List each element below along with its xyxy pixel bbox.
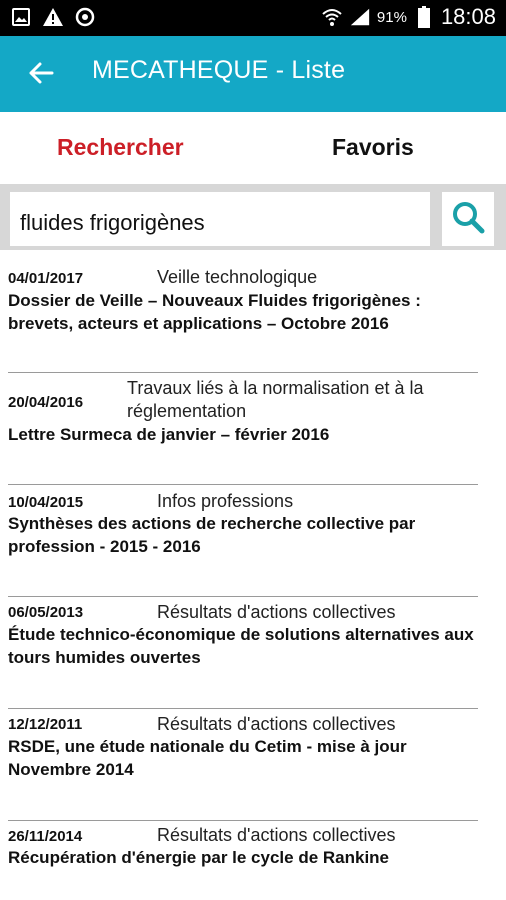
item-title: Dossier de Veille – Nouveaux Fluides fri…: [8, 291, 421, 333]
item-date: 10/04/2015: [8, 494, 84, 511]
item-date: 26/11/2014: [8, 828, 83, 845]
search-bar: [0, 184, 506, 250]
back-arrow-icon[interactable]: [24, 56, 58, 90]
list-item[interactable]: 04/01/2017 Veille technologique Dossier …: [0, 260, 506, 372]
signal-icon: [349, 6, 371, 28]
item-category: Travaux liés à la normalisation et à la …: [127, 378, 424, 421]
status-bar: 91% 18:08: [0, 0, 506, 36]
tab-rechercher[interactable]: Rechercher: [57, 134, 184, 161]
search-icon: [451, 200, 485, 238]
app-bar: MECATHEQUE - Liste: [0, 36, 506, 112]
sync-icon: [74, 6, 96, 28]
item-date: 04/01/2017: [8, 270, 84, 287]
item-category: Résultats d'actions collectives: [157, 714, 396, 734]
wifi-icon: [321, 6, 343, 28]
list-item[interactable]: 06/05/2013 Résultats d'actions collectiv…: [0, 597, 506, 708]
battery-icon: [413, 6, 435, 28]
item-title: RSDE, une étude nationale du Cetim - mis…: [8, 737, 407, 779]
item-date: 12/12/2011: [8, 716, 83, 733]
item-category: Infos professions: [157, 491, 294, 511]
item-date: 06/05/2013: [8, 604, 84, 621]
list-item[interactable]: 20/04/2016 Travaux liés à la normalisati…: [0, 373, 506, 484]
item-title: Étude technico-économique de solutions a…: [8, 625, 474, 667]
item-title: Récupération d'énergie par le cycle de R…: [8, 848, 390, 867]
item-category: Résultats d'actions collectives: [157, 825, 396, 845]
item-title: Lettre Surmeca de janvier – février 2016: [8, 425, 330, 444]
page-title: MECATHEQUE - Liste: [92, 56, 346, 84]
list-item[interactable]: 12/12/2011 Résultats d'actions collectiv…: [0, 709, 506, 820]
clock: 18:08: [440, 4, 496, 29]
tab-favoris[interactable]: Favoris: [332, 134, 414, 161]
item-category: Résultats d'actions collectives: [157, 602, 396, 622]
image-icon: [10, 6, 32, 28]
search-input[interactable]: [10, 192, 430, 246]
list-item[interactable]: 10/04/2015 Infos professions Synthèses d…: [0, 485, 506, 596]
search-button[interactable]: [442, 192, 494, 246]
list-item[interactable]: 26/11/2014 Résultats d'actions collectiv…: [0, 821, 506, 900]
battery-percent: 91%: [376, 8, 407, 26]
item-category: Veille technologique: [157, 267, 318, 287]
item-title: Synthèses des actions de recherche colle…: [8, 514, 416, 556]
tab-bar: Rechercher Favoris: [0, 112, 506, 184]
item-date: 20/04/2016: [8, 394, 84, 411]
warning-icon: [42, 6, 64, 28]
